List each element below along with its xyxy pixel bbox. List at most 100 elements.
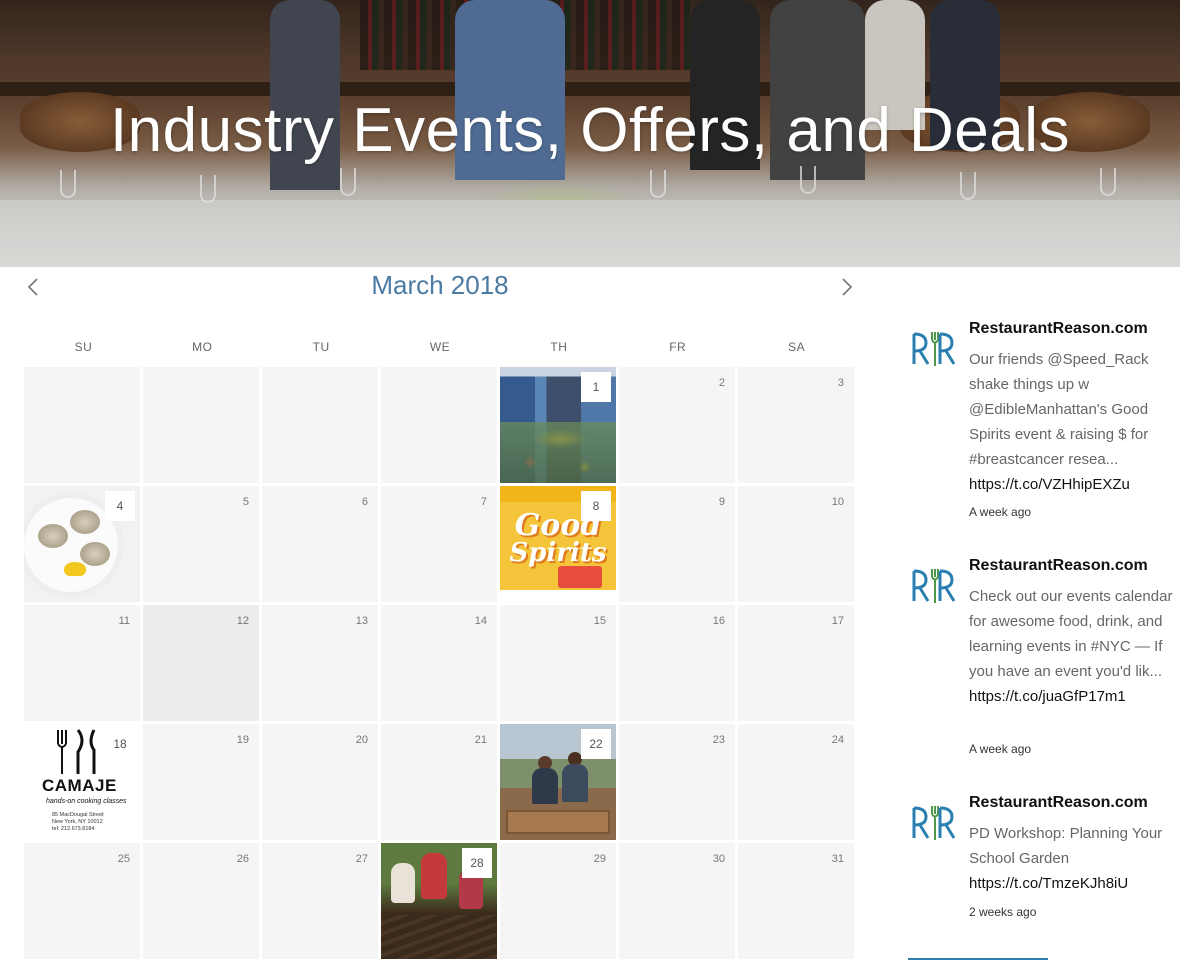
next-month-button[interactable] — [838, 276, 856, 298]
weekday-label: SA — [788, 340, 806, 354]
weekday-label: WE — [429, 340, 451, 354]
oyster — [80, 542, 110, 566]
garden-bed — [506, 810, 610, 834]
day-cell-7[interactable]: 7 — [381, 486, 497, 602]
camaje-address: 85 MacDougal Street New York, NY 10012 t… — [52, 812, 104, 833]
day-number: 12 — [236, 615, 249, 627]
gardener — [532, 768, 558, 804]
day-cell-25[interactable]: 25 — [24, 843, 140, 959]
tweet-body: Check out our events calendar for awesom… — [969, 584, 1174, 709]
tweet-body: Our friends @Speed_Rack shake things up … — [969, 347, 1174, 497]
day-cell-13[interactable]: 13 — [262, 605, 378, 721]
day-number: 28 — [462, 848, 492, 878]
poster-sponsors — [500, 590, 616, 602]
camaje-address-line: New York, NY 10012 — [52, 819, 103, 825]
weekday-label: FR — [669, 340, 687, 354]
day-cell-11[interactable]: 11 — [24, 605, 140, 721]
tweet-author[interactable]: RestaurantReason.com — [969, 557, 1148, 575]
day-cell-26[interactable]: 26 — [143, 843, 259, 959]
day-number: 27 — [355, 853, 368, 865]
camaje-address-line: 85 MacDougal Street — [52, 812, 104, 818]
day-cell-1[interactable]: 1 — [500, 367, 616, 483]
month-title: March 2018 — [371, 270, 509, 300]
day-cell-8[interactable]: Good Spirits 8 — [500, 486, 616, 602]
empty-day-cell — [262, 367, 378, 483]
tweet-author[interactable]: RestaurantReason.com — [969, 794, 1148, 812]
day-number: 10 — [831, 496, 844, 508]
day-cell-29[interactable]: 29 — [500, 843, 616, 959]
soil — [381, 915, 497, 959]
day-cell-12[interactable]: 12 — [143, 605, 259, 721]
day-number: 16 — [712, 615, 725, 627]
oyster — [38, 524, 68, 548]
tweet-text: Check out our events calendar for awesom… — [969, 588, 1173, 680]
day-number: 22 — [581, 729, 611, 759]
day-cell-21[interactable]: 21 — [381, 724, 497, 840]
day-cell-2[interactable]: 2 — [619, 367, 735, 483]
tweet-link[interactable]: https://t.co/juaGfP17m1 — [969, 688, 1126, 705]
day-number: 23 — [712, 734, 725, 746]
tweet-timestamp[interactable]: 2 weeks ago — [969, 905, 1036, 919]
camaje-address-line: tel: 212.673.8184 — [52, 826, 95, 832]
day-number: 8 — [581, 491, 611, 521]
day-number: 15 — [593, 615, 606, 627]
gardener — [562, 764, 588, 802]
day-cell-17[interactable]: 17 — [738, 605, 854, 721]
day-cell-27[interactable]: 27 — [262, 843, 378, 959]
tweet-timestamp[interactable]: A week ago — [969, 505, 1031, 519]
day-number: 30 — [712, 853, 725, 865]
day-number: 13 — [355, 615, 368, 627]
day-cell-16[interactable]: 16 — [619, 605, 735, 721]
day-number: 20 — [355, 734, 368, 746]
day-cell-10[interactable]: 10 — [738, 486, 854, 602]
day-cell-23[interactable]: 23 — [619, 724, 735, 840]
gardener — [421, 853, 447, 899]
day-cell-31[interactable]: 31 — [738, 843, 854, 959]
day-number: 4 — [105, 491, 135, 521]
tweet-link[interactable]: https://t.co/VZHhipEXZu — [969, 476, 1130, 493]
lemon — [64, 562, 86, 576]
tweet-body: PD Workshop: Planning Your School Garden… — [969, 821, 1174, 896]
day-number: 25 — [117, 853, 130, 865]
empty-day-cell — [143, 367, 259, 483]
day-cell-5[interactable]: 5 — [143, 486, 259, 602]
weekday-header: SU MO TU WE TH FR SA — [24, 340, 856, 356]
weekday-label: SU — [74, 340, 93, 354]
day-cell-28[interactable]: 28 — [381, 843, 497, 959]
day-number: 7 — [480, 496, 487, 508]
empty-day-cell — [381, 367, 497, 483]
weekday-label: TU — [312, 340, 330, 354]
day-cell-15[interactable]: 15 — [500, 605, 616, 721]
day-cell-19[interactable]: 19 — [143, 724, 259, 840]
day-cell-6[interactable]: 6 — [262, 486, 378, 602]
day-number: 3 — [837, 377, 844, 389]
weekday-label: TH — [550, 340, 568, 354]
day-cell-18[interactable]: CAMAJE hands-on cooking classes 85 MacDo… — [24, 724, 140, 840]
day-cell-14[interactable]: 14 — [381, 605, 497, 721]
restaurant-reason-logo-icon — [912, 569, 956, 603]
tweet-link[interactable]: https://t.co/TmzeKJh8iU — [969, 875, 1128, 892]
follow-button[interactable] — [908, 958, 1048, 962]
day-number: 6 — [361, 496, 368, 508]
chevron-right-icon — [842, 278, 853, 296]
day-cell-3[interactable]: 3 — [738, 367, 854, 483]
day-cell-4[interactable]: 4 — [24, 486, 140, 602]
page-title: Industry Events, Offers, and Deals — [109, 96, 1071, 165]
camaje-tagline: hands-on cooking classes — [46, 798, 127, 805]
restaurant-reason-logo-icon — [912, 332, 956, 366]
empty-day-cell — [24, 367, 140, 483]
tweet-author[interactable]: RestaurantReason.com — [969, 320, 1148, 338]
tweet-timestamp[interactable]: A week ago — [969, 742, 1031, 756]
hero-banner: Industry Events, Offers, and Deals — [0, 0, 1180, 267]
day-number: 14 — [474, 615, 487, 627]
day-cell-9[interactable]: 9 — [619, 486, 735, 602]
day-cell-22[interactable]: 22 — [500, 724, 616, 840]
day-number: 26 — [236, 853, 249, 865]
day-number: 29 — [593, 853, 606, 865]
day-cell-20[interactable]: 20 — [262, 724, 378, 840]
day-number: 21 — [474, 734, 487, 746]
day-cell-24[interactable]: 24 — [738, 724, 854, 840]
day-cell-30[interactable]: 30 — [619, 843, 735, 959]
day-number: 11 — [118, 615, 130, 627]
utensils-icon — [57, 729, 96, 774]
